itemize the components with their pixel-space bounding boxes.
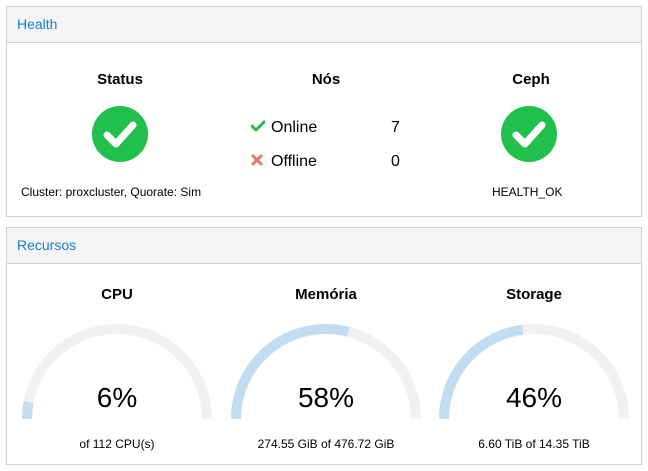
- close-icon: [251, 153, 267, 171]
- cluster-quorate-text: Cluster: proxcluster, Quorate: Sim: [21, 185, 202, 199]
- storage-percent: 46%: [505, 382, 563, 413]
- health-panel-header: Health: [7, 7, 641, 43]
- nodes-offline-row: Offline: [251, 153, 317, 171]
- ceph-health-status: HEALTH_OK: [492, 185, 563, 199]
- storage-heading: Storage: [506, 286, 562, 303]
- cpu-detail: of 112 CPU(s): [79, 437, 155, 451]
- status-heading: Status: [97, 71, 143, 88]
- resources-panel-header: Recursos: [7, 228, 641, 264]
- nodes-heading: Nós: [311, 71, 341, 88]
- nodes-online-row: Online: [250, 119, 318, 137]
- ceph-check-circle-icon: [501, 106, 557, 162]
- nodes-online-count: 7: [391, 119, 400, 136]
- check-icon: [250, 119, 267, 137]
- resources-panel: Recursos CPU 6% of 112 CPU(s) Memória 58…: [6, 227, 642, 465]
- nodes-offline-label: Offline: [271, 153, 317, 170]
- cpu-percent: 6%: [96, 382, 138, 413]
- status-check-circle-icon: [92, 106, 148, 162]
- ceph-heading: Ceph: [512, 71, 550, 88]
- memory-percent: 58%: [297, 382, 355, 413]
- memory-heading: Memória: [295, 286, 357, 303]
- storage-detail: 6.60 TiB of 14.35 TiB: [478, 437, 590, 451]
- memory-detail: 274.55 GiB of 476.72 GiB: [257, 437, 395, 451]
- cpu-heading: CPU: [101, 286, 133, 303]
- nodes-offline-count: 0: [391, 153, 400, 170]
- health-panel: Health Status Cluster: proxcluster, Quor…: [6, 6, 642, 217]
- nodes-online-label: Online: [271, 119, 318, 136]
